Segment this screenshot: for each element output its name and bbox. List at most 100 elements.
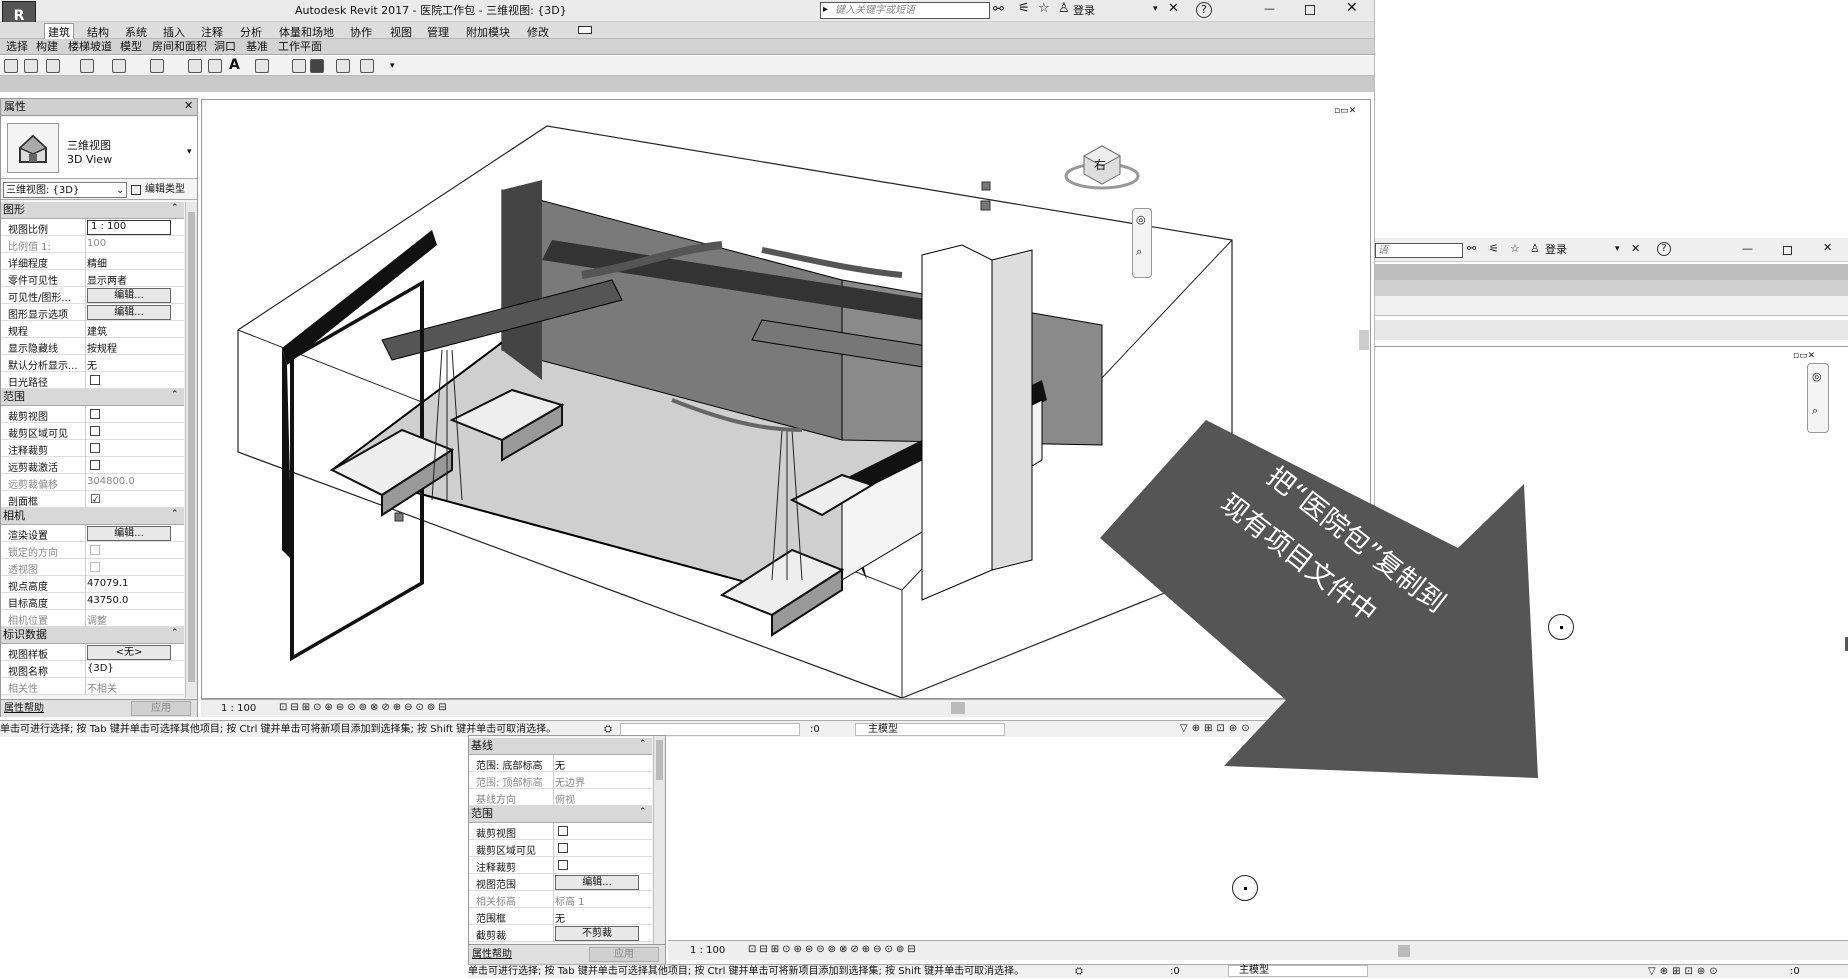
property-checkbox[interactable]: [558, 843, 568, 853]
close-button[interactable]: ✕: [1823, 241, 1832, 255]
property-edit-button[interactable]: <无>: [87, 645, 171, 660]
property-checkbox[interactable]: ☑: [90, 493, 101, 505]
close-button[interactable]: ✕: [1346, 1, 1358, 15]
workset-icon[interactable]: ⛭: [1075, 965, 1083, 979]
navigation-bar-2[interactable]: ◎ ⌕: [1807, 363, 1829, 433]
design-option-selector-2[interactable]: 主模型: [1228, 965, 1368, 977]
panel-work-plane[interactable]: 工作平面: [278, 40, 322, 54]
binoculars-icon[interactable]: ⚯: [993, 3, 1004, 17]
property-checkbox[interactable]: [90, 460, 100, 470]
measure-icon[interactable]: [150, 59, 164, 73]
switch-windows-icon[interactable]: [360, 59, 374, 73]
horizontal-scrollbar-thumb-2[interactable]: [1398, 945, 1410, 957]
exchange-apps-icon[interactable]: ✕: [1631, 242, 1640, 256]
panel-circulation[interactable]: 楼梯坡道: [68, 40, 112, 54]
open-icon[interactable]: [4, 59, 18, 73]
help-icon[interactable]: ?: [1657, 242, 1671, 256]
design-option-selector[interactable]: 主模型: [855, 723, 1005, 736]
property-checkbox[interactable]: [90, 443, 100, 453]
tab-collaborate[interactable]: 协作: [350, 24, 372, 40]
search-input[interactable]: 键入关键字或短语 ▸: [820, 2, 990, 19]
maximize-button[interactable]: [1783, 246, 1792, 255]
panel-room-area[interactable]: 房间和面积: [152, 40, 207, 54]
login-dropdown-icon[interactable]: ▾: [1153, 2, 1158, 16]
minimize-button[interactable]: —: [1264, 2, 1275, 16]
tab-annotate[interactable]: 注释: [201, 24, 223, 40]
property-checkbox[interactable]: [90, 426, 100, 436]
property-checkbox[interactable]: [558, 826, 568, 836]
user-icon[interactable]: ♙: [1530, 242, 1540, 256]
group-header[interactable]: 图形: [1, 202, 184, 219]
group-header[interactable]: 范围: [469, 806, 652, 823]
group-header[interactable]: 标识数据: [1, 627, 184, 644]
properties-scrollbar[interactable]: [185, 202, 197, 698]
property-edit-button[interactable]: 编辑...: [87, 288, 171, 303]
3d-view-icon[interactable]: [255, 59, 269, 73]
minimize-button[interactable]: —: [1742, 242, 1753, 256]
redo-icon[interactable]: [112, 59, 126, 73]
maximize-button[interactable]: [1305, 5, 1315, 15]
collapse-icon[interactable]: ⌃: [639, 807, 649, 817]
customize-qat-icon[interactable]: ▾: [390, 59, 395, 73]
tab-massing-site[interactable]: 体量和场地: [279, 24, 334, 40]
close-hidden-icon[interactable]: [336, 59, 350, 73]
property-edit-button[interactable]: 编辑...: [87, 305, 171, 320]
group-header[interactable]: 基线: [469, 738, 652, 755]
group-header[interactable]: 相机: [1, 508, 184, 525]
apply-button[interactable]: 应用: [131, 701, 191, 716]
view-cube[interactable]: 右: [1062, 134, 1142, 194]
login-link[interactable]: 登录: [1073, 4, 1095, 18]
panel-opening[interactable]: 洞口: [214, 40, 236, 54]
save-icon[interactable]: [24, 59, 38, 73]
close-palette-icon[interactable]: ✕: [184, 99, 193, 113]
view-control-icons-2[interactable]: ⊡⊟⊞⊙⊛⊜⊝⊚⊗⊘⊕⊖⊙⊚⊟: [748, 943, 919, 957]
viewport-scrollbar-thumb[interactable]: [1359, 330, 1369, 350]
tab-analyze[interactable]: 分析: [240, 24, 262, 40]
group-header[interactable]: 范围: [1, 389, 184, 406]
section-icon[interactable]: [292, 59, 306, 73]
collapse-icon[interactable]: ⌃: [639, 739, 649, 749]
type-selector[interactable]: 三维视图 3D View ▾: [1, 117, 197, 179]
panel-model[interactable]: 模型: [120, 40, 142, 54]
selection-filter-icons-2[interactable]: ▽⊕⊞⊡⊛⊙: [1648, 965, 1722, 979]
steering-wheel-icon[interactable]: ◎: [1136, 213, 1146, 227]
help-icon[interactable]: ?: [1196, 2, 1212, 18]
navigation-bar[interactable]: ◎ ⌕: [1132, 208, 1152, 278]
instance-selector[interactable]: 三维视图: {3D} ⌄: [3, 182, 127, 198]
properties-help-link[interactable]: 属性帮助: [4, 702, 44, 716]
property-value[interactable]: 1 : 100: [87, 220, 171, 235]
subscription-icon[interactable]: ⚟: [1489, 242, 1499, 256]
view-scale-2[interactable]: 1 : 100: [690, 944, 725, 958]
type-dropdown-icon[interactable]: ▾: [187, 145, 192, 159]
login-link-2[interactable]: 登录: [1545, 243, 1567, 257]
thin-lines-icon[interactable]: [310, 59, 324, 73]
tab-systems[interactable]: 系统: [125, 24, 147, 40]
property-checkbox[interactable]: [90, 409, 100, 419]
horizontal-scrollbar-thumb[interactable]: [951, 702, 965, 714]
view-control-icons[interactable]: ⊡⊟⊞⊙⊛⊜⊝⊚⊗⊘⊕⊖⊙⊚⊟: [279, 701, 450, 715]
property-edit-button[interactable]: 编辑...: [87, 526, 171, 541]
tab-modify[interactable]: 修改: [527, 24, 549, 40]
property-edit-button[interactable]: 编辑...: [555, 875, 639, 890]
text-icon[interactable]: A: [229, 58, 240, 72]
tag-icon[interactable]: [208, 59, 222, 73]
sync-icon[interactable]: [46, 59, 60, 73]
search-input-2[interactable]: 语: [1375, 243, 1463, 258]
login-dropdown-icon[interactable]: ▾: [1615, 242, 1620, 256]
user-icon[interactable]: ♙: [1058, 2, 1070, 16]
apply-button-2[interactable]: 应用: [589, 947, 659, 962]
zoom-icon[interactable]: ⌕: [1812, 404, 1818, 418]
exchange-apps-icon[interactable]: ✕: [1168, 2, 1179, 16]
ribbon-display-toggle-icon[interactable]: [578, 26, 592, 34]
tab-structure[interactable]: 结构: [87, 24, 109, 40]
undo-icon[interactable]: [80, 59, 94, 73]
view-window-controls-icon[interactable]: ▫▭✕: [1793, 349, 1815, 363]
tab-manage[interactable]: 管理: [427, 24, 449, 40]
property-checkbox[interactable]: [558, 860, 568, 870]
panel-datum[interactable]: 基准: [246, 40, 268, 54]
tab-addins[interactable]: 附加模块: [466, 24, 510, 40]
properties-help-link-2[interactable]: 属性帮助: [472, 948, 512, 962]
tab-view[interactable]: 视图: [390, 24, 412, 40]
panel-select[interactable]: 选择: [6, 40, 28, 54]
star-icon[interactable]: ☆: [1510, 242, 1520, 256]
